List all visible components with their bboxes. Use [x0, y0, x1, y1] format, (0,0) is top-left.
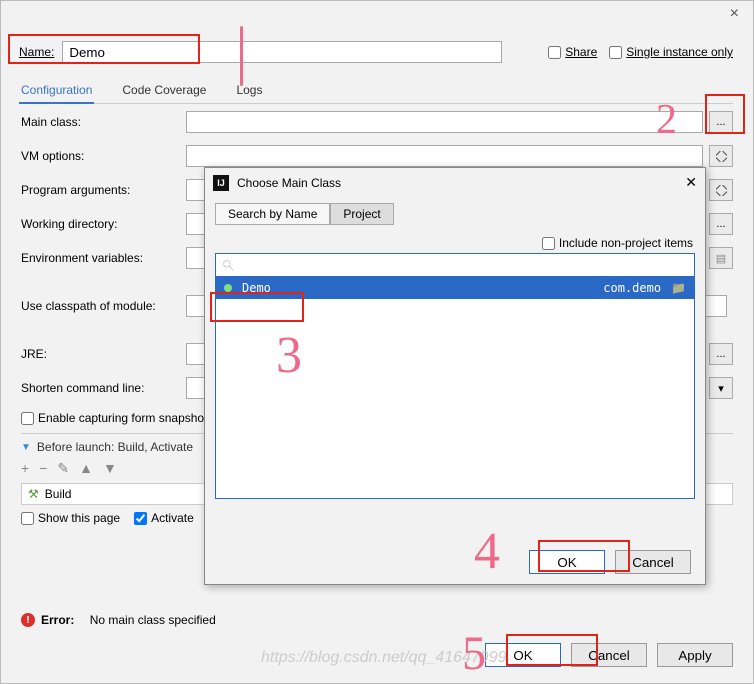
choose-main-class-dialog: IJ Choose Main Class ✕ Search by Name Pr…	[204, 167, 706, 585]
cancel-button[interactable]: Cancel	[571, 643, 647, 667]
tab-logs[interactable]: Logs	[234, 81, 264, 99]
hammer-icon: ⚒	[28, 487, 39, 501]
env-vars-label: Environment variables:	[21, 251, 186, 265]
single-instance-checkbox[interactable]: Single instance only	[609, 45, 733, 59]
watermark: https://blog.csdn.net/qq_41647999	[261, 649, 507, 667]
expand-args-button[interactable]	[709, 179, 733, 201]
name-label: Name:	[19, 45, 54, 59]
name-row: Name: Share Single instance only	[19, 41, 733, 63]
program-args-label: Program arguments:	[21, 183, 186, 197]
jre-label: JRE:	[21, 347, 186, 361]
error-message: ! Error: No main class specified	[21, 613, 216, 627]
modal-ok-button[interactable]: OK	[529, 550, 605, 574]
vm-options-input[interactable]	[186, 145, 703, 167]
up-icon[interactable]: ▲	[79, 460, 93, 477]
folder-icon: 📁	[671, 281, 686, 295]
search-icon	[222, 259, 235, 272]
add-icon[interactable]: +	[21, 460, 29, 477]
working-dir-label: Working directory:	[21, 217, 186, 231]
shorten-dropdown-button[interactable]: ▾	[709, 377, 733, 399]
close-icon[interactable]: ×	[730, 5, 739, 23]
ok-button[interactable]: OK	[485, 643, 561, 667]
classpath-label: Use classpath of module:	[21, 299, 186, 313]
modal-title-bar: IJ Choose Main Class ✕	[205, 168, 705, 197]
tab-project[interactable]: Project	[330, 203, 393, 225]
class-icon	[224, 284, 232, 292]
expand-vm-button[interactable]	[709, 145, 733, 167]
include-nonproject-checkbox[interactable]: Include non-project items	[542, 236, 693, 250]
modal-close-icon[interactable]: ✕	[685, 174, 697, 191]
browse-jre-button[interactable]: ...	[709, 343, 733, 365]
tab-code-coverage[interactable]: Code Coverage	[120, 81, 208, 99]
down-icon[interactable]: ▼	[103, 460, 117, 477]
intellij-icon: IJ	[213, 175, 229, 191]
remove-icon[interactable]: −	[39, 460, 47, 477]
browse-env-button[interactable]: ▤	[709, 247, 733, 269]
search-input-wrap[interactable]	[215, 253, 695, 277]
show-page-checkbox[interactable]: Show this page	[21, 511, 120, 525]
browse-main-class-button[interactable]: ...	[709, 111, 733, 133]
error-icon: !	[21, 613, 35, 627]
main-class-input[interactable]	[186, 111, 703, 133]
tab-configuration[interactable]: Configuration	[19, 81, 94, 104]
vm-options-label: VM options:	[21, 149, 186, 163]
browse-wdir-button[interactable]: ...	[709, 213, 733, 235]
config-tabs: Configuration Code Coverage Logs	[19, 81, 733, 104]
name-input[interactable]	[62, 41, 502, 63]
modal-title: Choose Main Class	[237, 176, 341, 190]
modal-cancel-button[interactable]: Cancel	[615, 550, 691, 574]
shorten-label: Shorten command line:	[21, 381, 186, 395]
main-class-label: Main class:	[21, 115, 186, 129]
tab-search-by-name[interactable]: Search by Name	[215, 203, 330, 225]
apply-button[interactable]: Apply	[657, 643, 733, 667]
collapse-icon: ▼	[21, 442, 31, 453]
dialog-buttons: OK Cancel Apply	[485, 643, 733, 667]
result-item-demo[interactable]: Demo com.demo 📁	[216, 277, 694, 299]
edit-icon[interactable]: ✎	[57, 460, 69, 477]
search-input[interactable]	[235, 258, 688, 273]
activate-checkbox[interactable]: Activate	[134, 511, 194, 525]
share-checkbox[interactable]: Share	[548, 45, 597, 59]
result-list: Demo com.demo 📁	[215, 277, 695, 499]
